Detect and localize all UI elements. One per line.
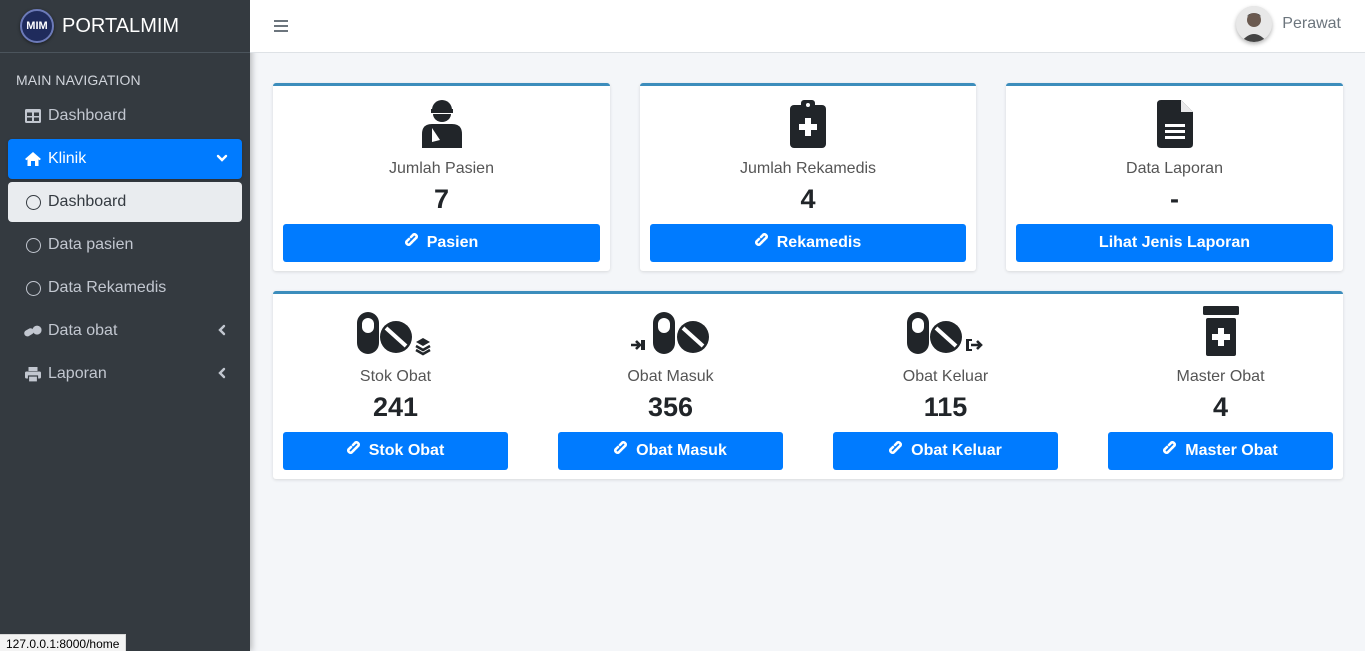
link-icon	[614, 440, 630, 462]
file-icon	[1016, 96, 1333, 148]
user-name: Perawat	[1282, 15, 1341, 32]
sidebar-item-data-obat[interactable]: Data obat	[8, 311, 242, 351]
rekamedis-button[interactable]: Rekamedis	[650, 224, 966, 262]
stat-label: Obat Keluar	[902, 368, 989, 385]
stat-label: Jumlah Pasien	[389, 160, 494, 177]
stat-value: 115	[923, 392, 968, 422]
user-injured-icon	[283, 96, 600, 148]
link-icon	[754, 232, 771, 254]
prescription-bottle-icon	[1108, 304, 1333, 356]
lihat-jenis-laporan-button[interactable]: Lihat Jenis Laporan	[1016, 224, 1333, 262]
stat-label: Stok Obat	[359, 368, 432, 385]
pills-stock-icon	[283, 304, 508, 356]
chevron-left-icon	[216, 323, 228, 341]
sidebar-item-data-pasien[interactable]: Data pasien	[8, 225, 242, 265]
sidebar-item-klinik[interactable]: Klinik	[8, 139, 242, 179]
pasien-button[interactable]: Pasien	[283, 224, 600, 262]
circle-icon	[24, 280, 42, 296]
card-obat-summary: Stok Obat 241 Stok Obat Obat Masuk 356 O…	[273, 291, 1343, 479]
obat-masuk-button[interactable]: Obat Masuk	[558, 432, 783, 470]
stat-value: 4	[800, 184, 816, 214]
stat-value: 7	[433, 184, 450, 214]
sidebar-item-data-rekamedis[interactable]: Data Rekamedis	[8, 268, 242, 308]
card-data-laporan: Data Laporan - Lihat Jenis Laporan	[1006, 83, 1343, 271]
menu-toggle-icon[interactable]	[274, 20, 288, 32]
user-menu[interactable]: Perawat	[1236, 6, 1341, 42]
sidebar-item-label: Data pasien	[48, 236, 134, 253]
link-icon	[1163, 440, 1179, 462]
stat-label: Master Obat	[1176, 368, 1265, 385]
stat-value: 4	[1212, 392, 1229, 422]
stat-obat-masuk: Obat Masuk 356 Obat Masuk	[558, 304, 783, 470]
chevron-down-icon	[216, 151, 228, 169]
pills-out-icon	[833, 304, 1058, 356]
circle-icon	[24, 194, 42, 210]
stat-label: Jumlah Rekamedis	[739, 160, 877, 177]
sidebar-item-label: Data obat	[48, 322, 118, 339]
sidebar-item-label: Data Rekamedis	[48, 279, 167, 296]
master-obat-button[interactable]: Master Obat	[1108, 432, 1333, 470]
brand-link[interactable]: MIM PORTALMIM	[0, 0, 250, 53]
stat-label: Data Laporan	[1126, 160, 1223, 177]
card-jumlah-pasien: Jumlah Pasien 7 Pasien	[273, 83, 610, 271]
stat-label: Obat Masuk	[627, 368, 714, 385]
avatar	[1236, 6, 1273, 42]
sidebar-item-label: Dashboard	[48, 193, 127, 210]
circle-icon	[24, 237, 42, 253]
sidebar: MIM PORTALMIM MAIN NAVIGATION Dashboard …	[0, 0, 250, 651]
nav-header: MAIN NAVIGATION	[16, 72, 141, 88]
stat-value: -	[1170, 184, 1179, 214]
sidebar-item-label: Klinik	[48, 150, 87, 167]
sidebar-item-label: Dashboard	[48, 107, 127, 124]
stat-master-obat: Master Obat 4 Master Obat	[1108, 304, 1333, 470]
stok-obat-button[interactable]: Stok Obat	[283, 432, 508, 470]
card-jumlah-rekamedis: Jumlah Rekamedis 4 Rekamedis	[640, 83, 976, 271]
chevron-left-icon	[216, 366, 228, 384]
top-navbar: Perawat	[250, 0, 1365, 53]
print-icon	[24, 366, 42, 382]
brand-name: PORTALMIM	[62, 14, 180, 37]
stat-value: 356	[647, 392, 694, 422]
sidebar-item-label: Laporan	[48, 365, 107, 382]
sidebar-item-dashboard[interactable]: Dashboard	[8, 96, 242, 136]
table-icon	[24, 109, 42, 123]
stat-obat-keluar: Obat Keluar 115 Obat Keluar	[833, 304, 1058, 470]
brand-logo: MIM	[20, 9, 54, 43]
sidebar-item-klinik-dashboard[interactable]: Dashboard	[8, 182, 242, 222]
link-icon	[346, 440, 363, 462]
clipboard-medical-icon	[650, 96, 966, 148]
obat-keluar-button[interactable]: Obat Keluar	[833, 432, 1058, 470]
stat-stok-obat: Stok Obat 241 Stok Obat	[283, 304, 508, 470]
browser-status-url: 127.0.0.1:8000/home	[0, 634, 127, 651]
pills-in-icon	[558, 304, 783, 356]
pills-icon	[24, 324, 42, 338]
stat-value: 241	[372, 392, 419, 422]
link-icon	[889, 440, 905, 462]
link-icon	[404, 232, 421, 254]
home-icon	[24, 151, 42, 167]
sidebar-item-laporan[interactable]: Laporan	[8, 354, 242, 394]
